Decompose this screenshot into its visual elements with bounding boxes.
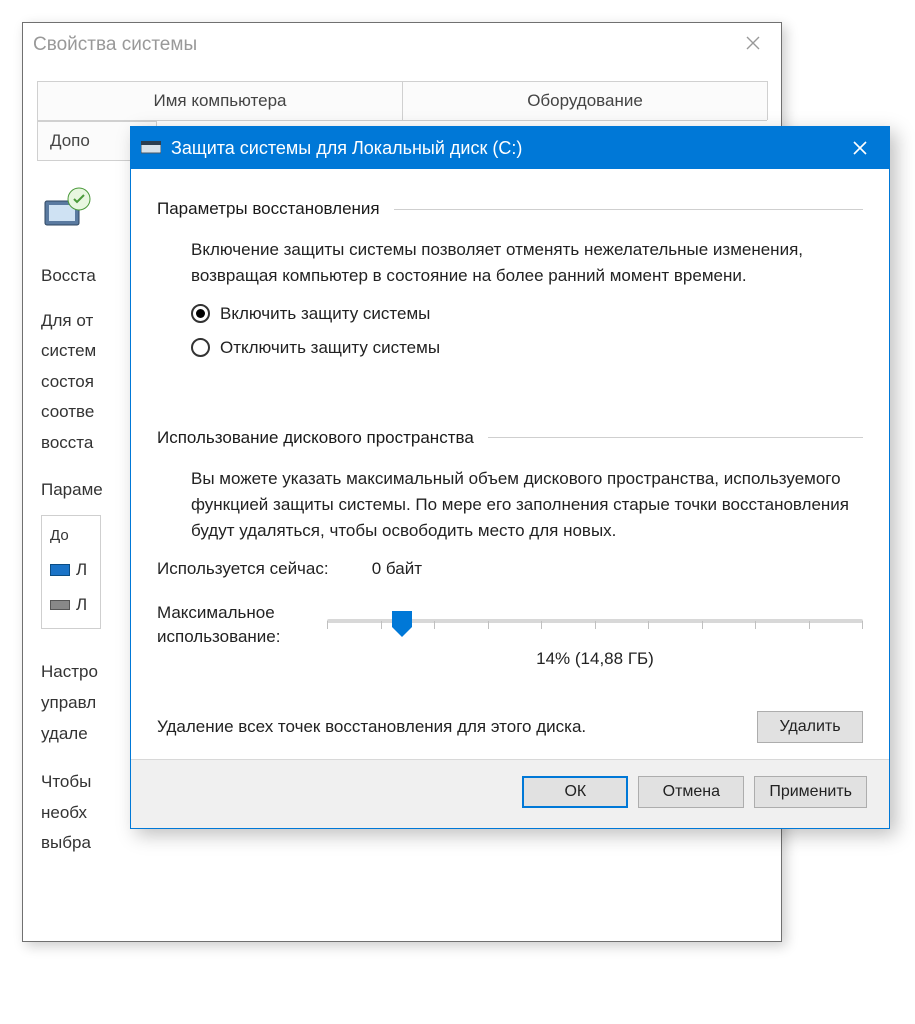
drive-icon [50, 600, 70, 610]
drive-icon [141, 141, 161, 155]
dialog-title: Защита системы для Локальный диск (C:) [171, 138, 837, 159]
restore-description: Включение защиты системы позволяет отмен… [157, 237, 863, 290]
delete-button[interactable]: Удалить [757, 711, 863, 743]
parent-close-button[interactable] [725, 23, 781, 63]
group-restore-settings: Параметры восстановления [157, 199, 863, 219]
apply-button[interactable]: Применить [754, 776, 867, 808]
parent-titlebar: Свойства системы [23, 23, 781, 67]
cancel-button[interactable]: Отмена [638, 776, 744, 808]
max-usage-slider[interactable]: 14% (14,88 ГБ) [327, 601, 863, 669]
parent-title: Свойства системы [33, 34, 197, 56]
drives-header: До [50, 522, 92, 549]
slider-value-text: 14% (14,88 ГБ) [327, 649, 863, 669]
max-usage-label: Максимальное использование: [157, 601, 307, 650]
tab-computer-name[interactable]: Имя компьютера [37, 81, 403, 120]
group-disk-usage: Использование дискового пространства [157, 428, 863, 448]
drives-listbox[interactable]: До Л Л [41, 515, 101, 629]
radio-icon [191, 304, 210, 323]
system-protection-icon [41, 185, 95, 233]
radio-icon [191, 338, 210, 357]
dialog-close-button[interactable] [837, 127, 883, 169]
system-protection-dialog: Защита системы для Локальный диск (C:) П… [130, 126, 890, 829]
delete-description: Удаление всех точек восстановления для э… [157, 714, 739, 740]
radio-disable-protection[interactable]: Отключить защиту системы [191, 338, 863, 358]
ok-button[interactable]: ОК [522, 776, 628, 808]
drive-row[interactable]: Л [50, 588, 92, 623]
used-now-value: 0 байт [372, 559, 422, 578]
drive-icon [50, 564, 70, 576]
dialog-footer: ОК Отмена Применить [131, 759, 889, 828]
dialog-titlebar: Защита системы для Локальный диск (C:) [131, 127, 889, 169]
drive-row[interactable]: Л [50, 553, 92, 588]
slider-ticks [327, 621, 863, 629]
tab-hardware[interactable]: Оборудование [402, 81, 768, 120]
disk-usage-description: Вы можете указать максимальный объем дис… [157, 466, 863, 545]
used-now-label: Используется сейчас: [157, 559, 367, 579]
dialog-body: Параметры восстановления Включение защит… [131, 169, 889, 759]
radio-enable-protection[interactable]: Включить защиту системы [191, 304, 863, 324]
